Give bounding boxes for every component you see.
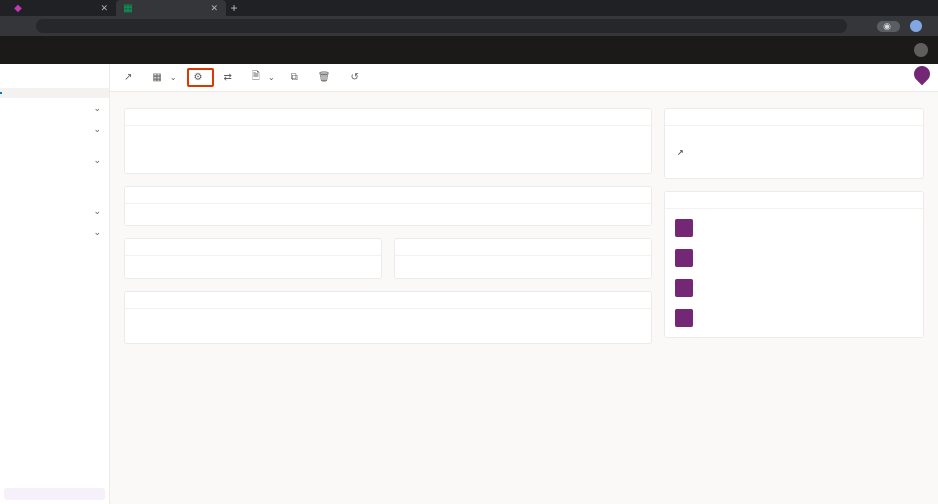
url-input[interactable] [36,19,847,33]
history-button[interactable]: ↺ [345,69,369,86]
copy-button[interactable]: ⧉ [285,69,308,86]
tab-close-icon[interactable]: ✕ [100,3,108,14]
backup-restore-button[interactable]: 🗎⌄ [246,66,281,89]
chevron-down-icon: ⌄ [93,103,101,114]
recent-operations-card [124,291,652,344]
open-icon: ↗ [124,72,132,83]
tab-close-icon[interactable]: ✕ [210,3,218,14]
settings-button[interactable]: ⚙ [187,68,214,87]
sidebar: ⌄ ⌄ ⌄ ⌄ ⌄ [0,64,110,504]
browser-chrome: ◆ ✕ ▦ ✕ + ◉ [0,0,938,36]
browser-tab[interactable]: ◆ ✕ [6,0,116,16]
address-bar: ◉ [0,16,938,36]
access-card [664,108,924,179]
chevron-down-icon: ⌄ [170,73,177,82]
open-button[interactable]: ↗ [118,69,142,86]
version-card [124,238,382,279]
convert-button[interactable]: ⇄ [218,69,242,86]
persona-indicator [911,64,934,85]
nav-analytics[interactable]: ⌄ [0,98,109,119]
promo-card [4,488,105,500]
history-icon: ↺ [351,72,359,83]
browser-avatar[interactable] [910,20,922,32]
dynamics-icon [675,219,693,237]
auditing-card [124,186,652,226]
convert-icon: ⇄ [224,72,232,83]
power-pages-icon [675,249,693,267]
resources-button[interactable]: ▦⌄ [146,69,182,86]
nav-settings[interactable] [0,140,109,150]
favicon: ▦ [124,4,132,12]
resources-icon: ▦ [152,72,161,83]
resource-power-pages[interactable] [671,243,917,273]
delete-button[interactable]: 🗑 [312,69,341,86]
updates-card [394,238,652,279]
incognito-icon: ◉ [883,21,891,32]
chevron-down-icon: ⌄ [93,124,101,135]
app-header [0,36,938,64]
command-bar: ↗ ▦⌄ ⚙ ⇄ 🗎⌄ ⧉ 🗑 ↺ [110,64,938,92]
chevron-down-icon: ⌄ [93,227,101,238]
incognito-badge: ◉ [877,21,900,32]
nav-help-support[interactable] [0,171,109,181]
backup-icon: 🗎 [252,69,260,86]
nav-admin-centers[interactable]: ⌄ [0,222,109,243]
nav-data-integration[interactable] [0,181,109,191]
chevron-down-icon: ⌄ [93,206,101,217]
chevron-down-icon: ⌄ [268,73,275,82]
resource-dynamics365[interactable] [671,213,917,243]
tab-strip: ◆ ✕ ▦ ✕ + [0,0,938,16]
access-item-label [675,146,913,158]
resource-power-apps[interactable] [671,273,917,303]
new-tab-button[interactable]: + [226,1,242,15]
details-card [124,108,652,174]
hamburger-button[interactable] [0,70,109,78]
flows-icon [675,309,693,327]
gear-icon: ⚙ [194,72,203,83]
chevron-down-icon: ⌄ [93,155,101,166]
resource-flows[interactable] [671,303,917,333]
nav-home[interactable] [0,78,109,88]
breadcrumb [110,92,938,108]
user-avatar[interactable] [914,43,928,57]
copy-icon: ⧉ [291,72,298,83]
nav-policies[interactable]: ⌄ [0,201,109,222]
nav-resources[interactable]: ⌄ [0,150,109,171]
resources-card [664,191,924,338]
nav-billing[interactable]: ⌄ [0,119,109,140]
favicon: ◆ [14,4,22,12]
nav-environments[interactable] [0,88,109,98]
delete-icon: 🗑 [318,72,331,83]
browser-tab[interactable]: ▦ ✕ [116,0,226,16]
nav-data-preview[interactable] [0,191,109,201]
power-apps-icon [675,279,693,297]
content: ↗ ▦⌄ ⚙ ⇄ 🗎⌄ ⧉ 🗑 ↺ [110,64,938,504]
